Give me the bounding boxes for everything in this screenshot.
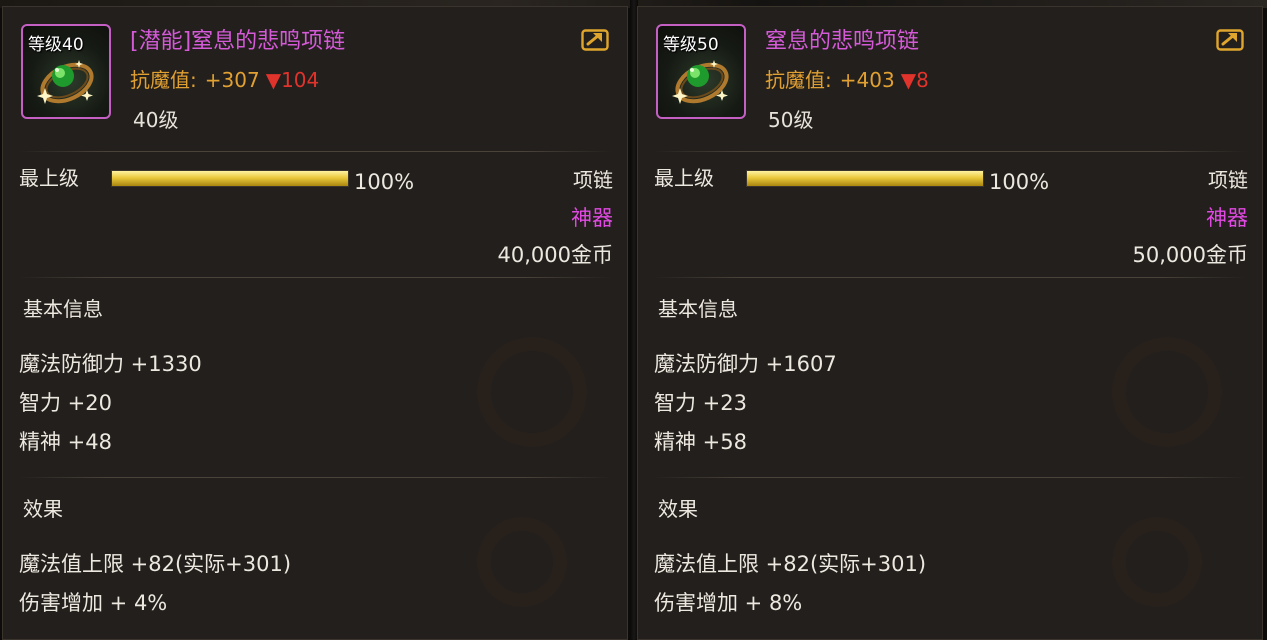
effect-title: 效果 (658, 497, 698, 521)
divider (17, 151, 613, 152)
item-icon-frame[interactable]: 等级50 (656, 24, 746, 119)
item-name: 窒息的悲鸣项链 (765, 29, 920, 54)
grade-percent: 100% (354, 170, 415, 194)
stat-spirit: 精神 +58 (654, 430, 747, 454)
stat-spirit: 精神 +48 (19, 430, 112, 454)
item-level: 40级 (133, 108, 179, 132)
emerald-necklace-icon (37, 60, 94, 104)
grade-bar-fill (747, 171, 983, 186)
magic-resist-row: 抗魔值: +307 ▼104 (130, 64, 319, 93)
effect-mp-max: 魔法值上限 +82(实际+301) (654, 552, 927, 576)
share-arrow-icon[interactable] (581, 27, 609, 51)
background-emblem (1112, 337, 1222, 447)
icon-level-label: 等级40 (28, 35, 84, 55)
grade-bar (111, 170, 349, 187)
magic-resist-row: 抗魔值: +403 ▼8 (765, 64, 929, 93)
base-info-title: 基本信息 (23, 297, 103, 321)
item-name: [潜能]窒息的悲鸣项链 (130, 29, 346, 54)
item-price: 50,000金币 (1132, 243, 1248, 267)
share-arrow-icon[interactable] (1216, 27, 1244, 51)
background-emblem (477, 517, 567, 607)
stat-intelligence: 智力 +20 (19, 391, 112, 415)
divider (652, 277, 1248, 278)
divider (17, 477, 613, 478)
effect-damage-increase: 伤害增加 + 4% (19, 591, 168, 615)
magic-resist-diff: ▼8 (900, 68, 929, 92)
magic-resist-label: 抗魔值: (765, 68, 832, 92)
item-price: 40,000金币 (497, 243, 613, 267)
divider (652, 151, 1248, 152)
background-emblem (1112, 517, 1202, 607)
item-tooltip-50: 等级50 窒息的悲鸣项链 抗魔值: +403 ▼8 50级 最上级 100% 项链 … (637, 6, 1263, 640)
item-rarity: 神器 (1206, 206, 1248, 230)
base-info-title: 基本信息 (658, 297, 738, 321)
grade-bar-fill (112, 171, 348, 186)
stat-magic-defense: 魔法防御力 +1330 (19, 352, 202, 376)
item-rarity: 神器 (571, 206, 613, 230)
magic-resist-label: 抗魔值: (130, 68, 197, 92)
stat-intelligence: 智力 +23 (654, 391, 747, 415)
grade-percent: 100% (989, 170, 1050, 194)
item-icon-frame[interactable]: 等级40 (21, 24, 111, 119)
magic-resist-diff: ▼104 (265, 68, 320, 92)
emerald-necklace-icon (672, 60, 729, 104)
grade-label: 最上级 (654, 166, 714, 190)
divider (652, 477, 1248, 478)
effect-title: 效果 (23, 497, 63, 521)
icon-level-label: 等级50 (663, 35, 719, 55)
item-type: 项链 (573, 168, 613, 192)
grade-bar (746, 170, 984, 187)
effect-mp-max: 魔法值上限 +82(实际+301) (19, 552, 292, 576)
stat-magic-defense: 魔法防御力 +1607 (654, 352, 837, 376)
grade-label: 最上级 (19, 166, 79, 190)
background-emblem (477, 337, 587, 447)
item-type: 项链 (1208, 168, 1248, 192)
item-tooltip-40: 等级40 [潜能]窒息的悲鸣项链 抗魔值: +307 ▼104 40级 最上级 10… (2, 6, 628, 640)
item-level: 50级 (768, 108, 814, 132)
divider (17, 277, 613, 278)
effect-damage-increase: 伤害增加 + 8% (654, 591, 803, 615)
magic-resist-value: +307 (204, 68, 260, 92)
magic-resist-value: +403 (839, 68, 895, 92)
